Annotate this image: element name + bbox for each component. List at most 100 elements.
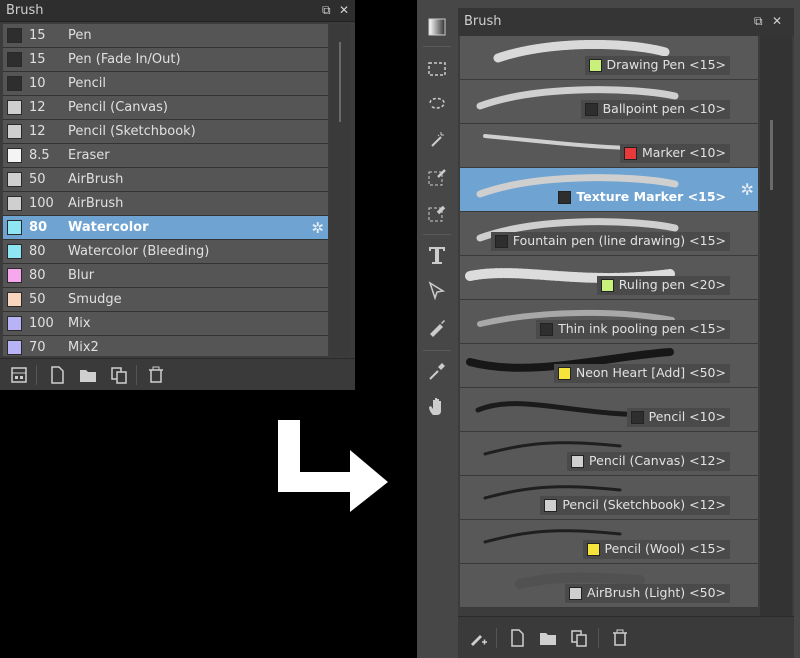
brush-size: 80 bbox=[29, 268, 46, 283]
brush-list-item[interactable]: 80 Watercolor (Bleeding) bbox=[3, 240, 328, 264]
brush-settings-icon[interactable] bbox=[468, 628, 488, 648]
brush-label: Marker <10> bbox=[619, 144, 730, 163]
brush-label-text: Marker <10> bbox=[641, 145, 726, 160]
brush-settings-icon[interactable] bbox=[9, 365, 29, 385]
brush-preview-item[interactable]: Texture Marker <15> ✲ bbox=[460, 168, 758, 212]
color-swatch bbox=[7, 196, 22, 211]
left-panel-title-bar: Brush ⧉ ✕ bbox=[0, 0, 355, 22]
brush-list-item[interactable]: 10 Pencil bbox=[3, 72, 328, 96]
color-swatch bbox=[7, 244, 22, 259]
close-icon[interactable]: ✕ bbox=[339, 3, 349, 17]
brush-label-text: Pencil <10> bbox=[648, 409, 726, 424]
brush-label-text: Fountain pen (line drawing) <15> bbox=[512, 233, 726, 248]
brush-list-item[interactable]: 100 AirBrush bbox=[3, 192, 328, 216]
color-swatch bbox=[588, 59, 602, 72]
new-brush-icon[interactable] bbox=[507, 628, 527, 648]
select-pen-icon[interactable] bbox=[426, 166, 448, 188]
conversion-arrow-icon bbox=[278, 420, 388, 512]
brush-list-item[interactable]: 15 Pen (Fade In/Out) bbox=[3, 48, 328, 72]
brush-tool-icon[interactable] bbox=[426, 316, 448, 338]
brush-list-item[interactable]: 12 Pencil (Sketchbook) bbox=[3, 120, 328, 144]
toolbar-divider bbox=[136, 365, 137, 385]
gradient-icon[interactable] bbox=[426, 16, 448, 38]
new-brush-icon[interactable] bbox=[47, 365, 67, 385]
color-swatch bbox=[7, 124, 22, 139]
gear-icon[interactable]: ✲ bbox=[311, 219, 324, 237]
magic-wand-icon[interactable] bbox=[426, 130, 448, 152]
close-icon[interactable]: ✕ bbox=[772, 14, 782, 28]
brush-name: Watercolor (Bleeding) bbox=[68, 244, 210, 259]
brush-list-item[interactable]: 8.5 Eraser bbox=[3, 144, 328, 168]
lasso-select-icon[interactable] bbox=[426, 94, 448, 116]
float-icon[interactable]: ⧉ bbox=[322, 3, 331, 18]
duplicate-icon[interactable] bbox=[109, 365, 129, 385]
color-swatch bbox=[7, 100, 22, 115]
eyedropper-icon[interactable] bbox=[426, 360, 448, 382]
brush-label-text: Ruling pen <20> bbox=[618, 277, 726, 292]
brush-preview-item[interactable]: Marker <10> bbox=[460, 124, 758, 168]
brush-preview-item[interactable]: Thin ink pooling pen <15> bbox=[460, 300, 758, 344]
color-swatch bbox=[557, 367, 571, 380]
brush-preview-item[interactable]: Pencil (Wool) <15> bbox=[460, 520, 758, 564]
brush-list-item[interactable]: 70 Mix2 bbox=[3, 336, 328, 356]
brush-preview-item[interactable]: Neon Heart [Add] <50> bbox=[460, 344, 758, 388]
brush-name: AirBrush bbox=[68, 196, 124, 211]
brush-size: 12 bbox=[29, 124, 46, 139]
brush-preview-item[interactable]: Pencil <10> bbox=[460, 388, 758, 432]
delete-icon[interactable] bbox=[146, 365, 166, 385]
brush-preview-item[interactable]: Ballpoint pen <10> bbox=[460, 80, 758, 124]
hand-icon[interactable] bbox=[426, 396, 448, 418]
brush-label: Drawing Pen <15> bbox=[584, 56, 730, 75]
tool-divider bbox=[423, 234, 451, 235]
brush-list-item[interactable]: 50 Smudge bbox=[3, 288, 328, 312]
select-eraser-icon[interactable] bbox=[426, 202, 448, 224]
color-swatch bbox=[7, 76, 22, 91]
new-folder-icon[interactable] bbox=[538, 628, 558, 648]
brush-preview-item[interactable]: Ruling pen <20> bbox=[460, 256, 758, 300]
brush-list-item[interactable]: 80 Blur bbox=[3, 264, 328, 288]
brush-preview-item[interactable]: Pencil (Canvas) <12> bbox=[460, 432, 758, 476]
object-select-icon[interactable] bbox=[426, 280, 448, 302]
brush-label: Thin ink pooling pen <15> bbox=[536, 320, 730, 339]
brush-name: Watercolor bbox=[68, 220, 149, 235]
brush-list-item[interactable]: 50 AirBrush bbox=[3, 168, 328, 192]
new-folder-icon[interactable] bbox=[78, 365, 98, 385]
left-brush-panel: Brush ⧉ ✕ 15 Pen 15 Pen (Fade In/Out) 10 Penc… bbox=[0, 0, 355, 390]
rect-select-icon[interactable] bbox=[426, 58, 448, 80]
toolbar-divider bbox=[36, 365, 37, 385]
color-swatch bbox=[7, 340, 22, 355]
brush-list-item[interactable]: 100 Mix bbox=[3, 312, 328, 336]
duplicate-icon[interactable] bbox=[569, 628, 589, 648]
color-swatch bbox=[600, 279, 614, 292]
right-scroll-thumb[interactable] bbox=[770, 120, 773, 190]
brush-list-item[interactable]: 12 Pencil (Canvas) bbox=[3, 96, 328, 120]
brush-name: Mix bbox=[68, 316, 91, 331]
brush-preview-item[interactable]: Pencil (Sketchbook) <12> bbox=[460, 476, 758, 520]
text-tool-icon[interactable] bbox=[426, 244, 448, 266]
brush-size: 100 bbox=[29, 196, 54, 211]
float-icon[interactable]: ⧉ bbox=[754, 14, 763, 29]
brush-label: Neon Heart [Add] <50> bbox=[553, 364, 730, 383]
brush-label-text: Pencil (Wool) <15> bbox=[604, 541, 726, 556]
color-swatch bbox=[7, 28, 22, 43]
color-swatch bbox=[558, 191, 572, 204]
right-scrollbar[interactable] bbox=[760, 36, 792, 616]
brush-list-item[interactable]: 15 Pen bbox=[3, 24, 328, 48]
gear-icon[interactable]: ✲ bbox=[741, 180, 754, 199]
left-scroll-thumb[interactable] bbox=[339, 42, 341, 122]
brush-label: Texture Marker <15> bbox=[554, 188, 730, 207]
brush-size: 50 bbox=[29, 172, 46, 187]
color-swatch bbox=[586, 543, 600, 556]
brush-preview-item[interactable]: Fountain pen (line drawing) <15> bbox=[460, 212, 758, 256]
delete-icon[interactable] bbox=[610, 628, 630, 648]
left-scrollbar[interactable] bbox=[330, 24, 350, 356]
color-swatch bbox=[540, 323, 554, 336]
color-swatch bbox=[7, 268, 22, 283]
color-swatch bbox=[7, 292, 22, 307]
brush-preview-item[interactable]: Drawing Pen <15> bbox=[460, 36, 758, 80]
right-brush-panel: Brush ⧉ ✕ Drawing Pen <15> Ballpoint pen … bbox=[458, 8, 794, 658]
brush-preview-item[interactable]: AirBrush (Light) <50> bbox=[460, 564, 758, 608]
brush-label: Pencil (Canvas) <12> bbox=[567, 452, 730, 471]
brush-label: Ruling pen <20> bbox=[596, 276, 730, 295]
brush-list-item[interactable]: 80 Watercolor ✲ bbox=[3, 216, 328, 240]
